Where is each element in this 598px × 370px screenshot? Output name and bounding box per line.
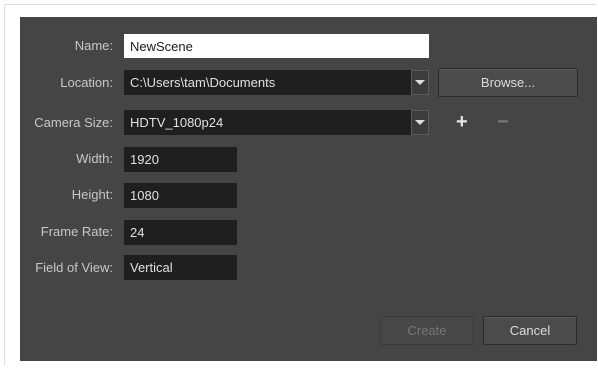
frame-rate-label: Frame Rate: <box>40 224 113 239</box>
location-label: Location: <box>60 75 113 90</box>
field-of-view-label: Field of View: <box>35 260 113 275</box>
chevron-down-icon <box>415 80 425 85</box>
camera-size-label: Camera Size: <box>34 115 113 130</box>
frame-rate-field[interactable]: 24 <box>124 220 237 245</box>
width-label: Width: <box>76 151 113 166</box>
chevron-down-icon <box>415 120 425 125</box>
location-combo[interactable]: C:\Users\tam\Documents <box>124 70 411 95</box>
create-button[interactable]: Create <box>380 316 474 345</box>
camera-size-combo[interactable]: HDTV_1080p24 <box>124 110 411 135</box>
name-input[interactable] <box>124 34 429 58</box>
plus-icon[interactable]: + <box>456 112 468 132</box>
new-scene-dialog: Name: Location: C:\Users\tam\Documents B… <box>20 17 597 361</box>
cancel-button[interactable]: Cancel <box>483 316 577 345</box>
width-field[interactable]: 1920 <box>124 147 237 172</box>
height-label: Height: <box>71 187 113 202</box>
field-of-view-combo[interactable]: Vertical <box>124 255 237 280</box>
minus-icon[interactable]: − <box>497 112 509 132</box>
browse-button[interactable]: Browse... <box>438 68 578 97</box>
height-field[interactable]: 1080 <box>124 183 237 208</box>
name-label: Name: <box>74 38 113 53</box>
camera-size-dropdown-button[interactable] <box>411 110 429 135</box>
location-dropdown-button[interactable] <box>411 70 429 95</box>
